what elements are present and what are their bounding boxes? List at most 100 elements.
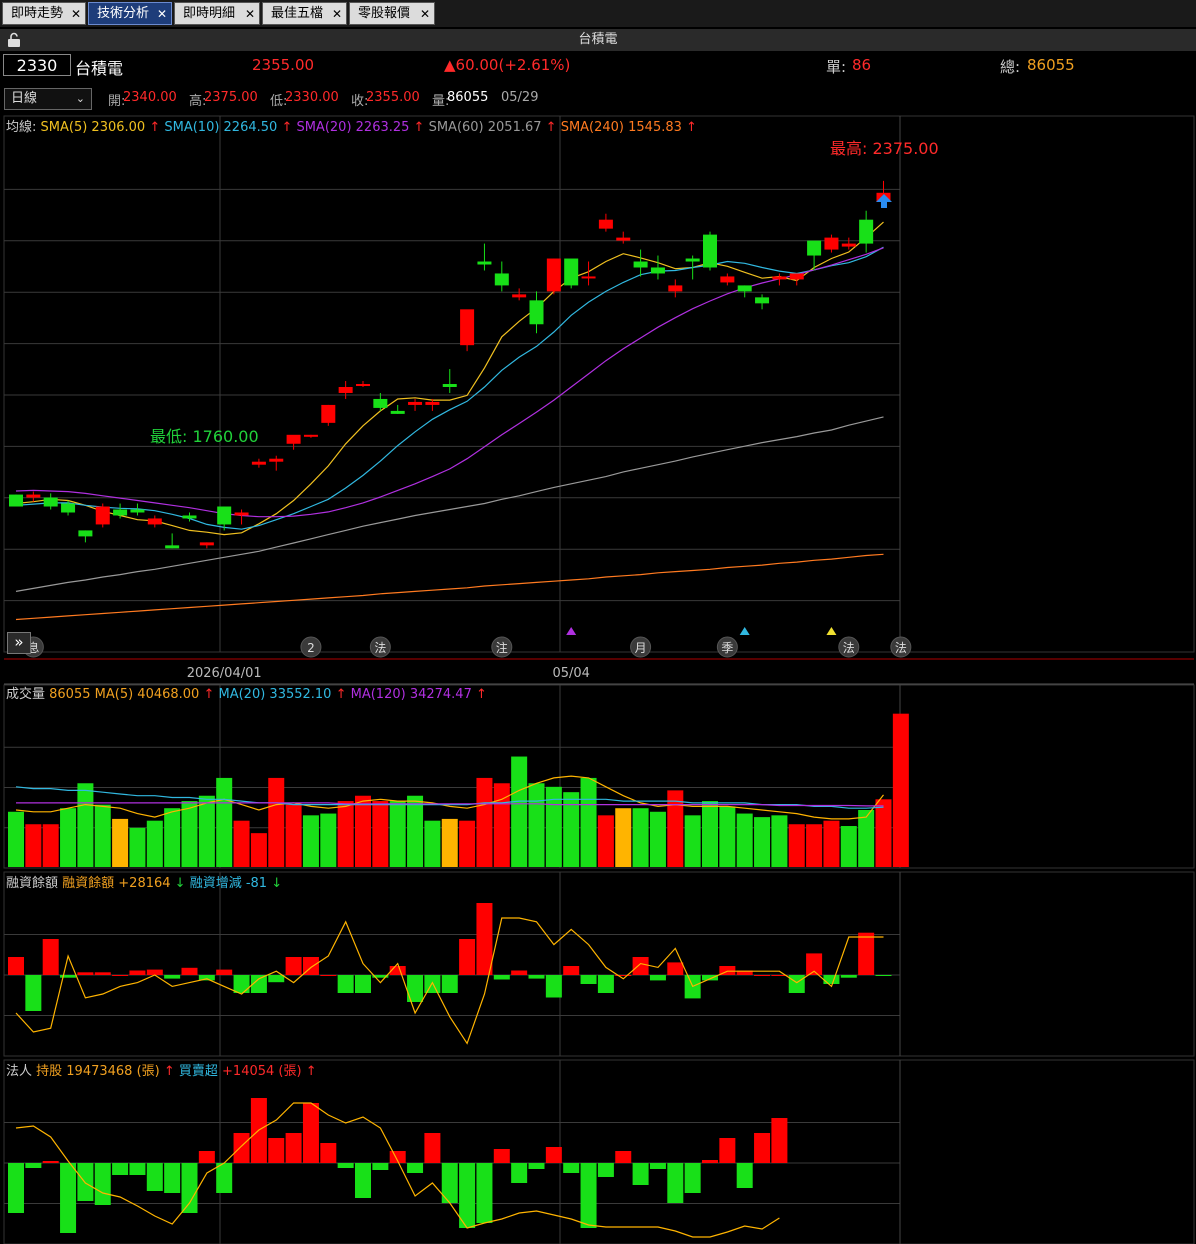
institutional-bar (181, 1163, 198, 1213)
margin-bar (493, 975, 510, 980)
close-icon[interactable]: ✕ (332, 3, 342, 25)
candle-body (78, 530, 93, 537)
institutional-bar (493, 1149, 510, 1163)
event-marker-label: 2 (307, 641, 315, 655)
total-volume-value: 86055 (1027, 56, 1075, 74)
candle-body (408, 401, 423, 405)
volume-bar (806, 824, 823, 867)
institutional-bar (164, 1163, 181, 1193)
margin-bar (597, 975, 614, 993)
close-icon[interactable]: ✕ (420, 3, 430, 25)
volume-bar (459, 820, 476, 867)
ohlc-row: 日線 ⌄ 開: 2340.00 高: 2375.00 低: 2330.00 收:… (0, 86, 1196, 112)
tab-realtime-trend[interactable]: 即時走勢 ✕ (2, 2, 86, 25)
institutional-bar (42, 1161, 59, 1163)
candle-body (616, 237, 631, 241)
candle-body (512, 294, 527, 298)
candle-body (26, 494, 41, 498)
expand-button[interactable]: » (7, 632, 31, 654)
margin-bar (25, 975, 42, 1011)
institutional-bar (771, 1118, 788, 1163)
high-value: 2375.00 (204, 90, 258, 105)
institutional-bar (268, 1138, 285, 1163)
panel-frame (3, 115, 1195, 653)
margin-bar (355, 975, 371, 993)
margin-bar (754, 975, 771, 976)
volume-bar (684, 815, 701, 867)
margin-bar (840, 975, 857, 978)
price-legend-item: ↑ (414, 120, 429, 135)
volume-legend-item: MA(20) 33552.10 (219, 687, 336, 702)
institutional-bar (25, 1163, 42, 1168)
candle-body (303, 434, 318, 437)
margin-bar (476, 903, 493, 975)
price-legend-item: ↑ (281, 120, 296, 135)
institutional-bar (476, 1163, 493, 1223)
tab-odd-lot-quote[interactable]: 零股報價 ✕ (349, 2, 435, 25)
sma-line-240 (15, 553, 884, 621)
period-select-value: 日線 (11, 91, 38, 106)
window-title: 台積電 (578, 32, 618, 47)
price-panel: 最高: 2375.00 最低: 1760.00 (9, 139, 939, 621)
volume-bar (320, 813, 337, 867)
signal-marker (739, 627, 750, 635)
price-change: ▲60.00(+2.61%) (444, 56, 571, 74)
candle-body (147, 518, 162, 525)
candle-body (338, 387, 353, 393)
candle-body (199, 542, 214, 546)
margin-bar (649, 975, 666, 981)
candle-body (165, 545, 180, 549)
date-label: 2026/04/01 (187, 666, 262, 681)
tab-best-five[interactable]: 最佳五檔 ✕ (262, 2, 347, 25)
volume-legend-item: ↑ (203, 687, 218, 702)
institutional-bar (233, 1133, 250, 1163)
stock-code-input[interactable]: 2330 (3, 54, 71, 76)
close-icon[interactable]: ✕ (71, 3, 81, 25)
price-legend-item: ↑ (686, 120, 697, 135)
institutional-bar (528, 1163, 545, 1169)
candle-body (61, 503, 76, 513)
institutional-bar (580, 1163, 597, 1228)
total-volume-label: 總: (1000, 58, 1021, 76)
lock-icon[interactable] (6, 32, 22, 48)
close-icon[interactable]: ✕ (157, 3, 167, 25)
candle-body (390, 410, 405, 414)
candle-body (321, 404, 336, 423)
margin-bar (77, 972, 94, 975)
margin-bar (8, 957, 24, 975)
volume-bar (250, 833, 267, 867)
volume-bar (302, 815, 319, 867)
margin-bar (216, 969, 233, 975)
institutional-bar (702, 1160, 718, 1163)
volume-ma-line (15, 775, 884, 820)
volume-legend-item: MA(5) 40468.00 (95, 687, 204, 702)
volume-bar (719, 806, 736, 867)
margin-bar (285, 957, 302, 975)
signal-marker (826, 627, 837, 635)
margin-bar (337, 975, 354, 993)
candle-body (807, 240, 822, 256)
volume-bar (736, 813, 753, 867)
price-legend: 均線: SMA(5) 2306.00 ↑ SMA(10) 2264.50 ↑ S… (6, 119, 697, 135)
margin-bar (459, 939, 476, 975)
volume-bar (25, 824, 42, 867)
price-legend-item: SMA(20) 2263.25 (296, 120, 413, 135)
tab-realtime-details[interactable]: 即時明細 ✕ (174, 2, 260, 25)
institutional-legend-item: 持股 19473468 (張) (36, 1064, 164, 1079)
institutional-legend-item: ↑ (306, 1064, 317, 1079)
institutional-bar (146, 1163, 163, 1191)
institutional-bar (754, 1133, 771, 1163)
institutional-bar (511, 1163, 528, 1183)
close-icon[interactable]: ✕ (245, 3, 255, 25)
institutional-bar (320, 1143, 337, 1163)
institutional-bar (302, 1103, 319, 1163)
period-select[interactable]: 日線 ⌄ (4, 88, 92, 110)
institutional-legend: 法人 持股 19473468 (張) ↑ 買賣超 +14054 (張) ↑ (6, 1064, 317, 1079)
technical-chart[interactable]: 2026/04/01 05/04息 2 法注月季法法 最高: 2375.00最低: 1… (0, 112, 1196, 1244)
chevron-down-icon: ⌄ (75, 92, 85, 105)
institutional-bar (632, 1163, 649, 1185)
tab-technical-analysis[interactable]: 技術分析 ✕ (88, 2, 172, 25)
margin-legend-item: 融資餘額 (62, 875, 118, 891)
candle-body (425, 401, 440, 405)
margin-legend-item: ↓ (175, 876, 190, 891)
